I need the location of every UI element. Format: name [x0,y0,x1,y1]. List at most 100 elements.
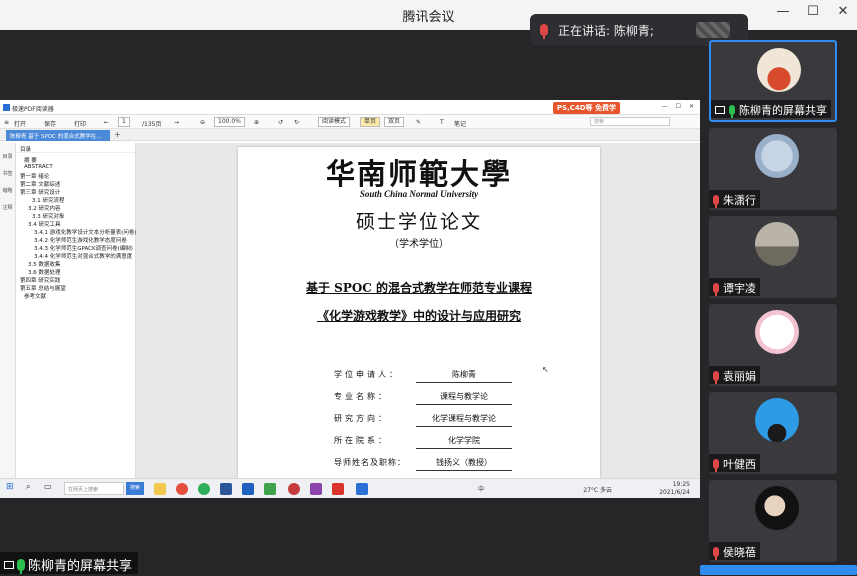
participant-name-bar: 朱潇行 [709,190,760,208]
taskbar-search-button[interactable]: 搜索 [126,482,144,495]
word-icon[interactable] [220,483,232,495]
participant-name: 谭宇凌 [723,282,756,295]
rotate-left-icon[interactable]: ↺ [278,119,283,126]
info-label: 专业名称： [334,392,389,401]
pdf-close-button[interactable]: ✕ [689,103,694,110]
outline-item[interactable]: 3.4.4 化学师范生对混合式教学的满意度 [34,252,132,260]
participant-tile[interactable]: 朱潇行 [709,128,837,210]
tab-document[interactable]: 陈柳青 基于 SPOC 的混合式教学在... [6,130,110,141]
outlook-icon[interactable] [242,483,254,495]
zoom-select[interactable]: 100.0% [214,117,245,127]
outline-item[interactable]: 3.2 研究内容 [28,204,61,212]
media-app-icon[interactable] [310,483,322,495]
open-button[interactable]: 打开 [14,119,26,128]
meeting-app-icon[interactable] [264,483,276,495]
close-button[interactable]: ✕ [835,4,851,19]
taskbar-clock[interactable]: 19:25 2021/6/24 [659,481,690,497]
outline-item[interactable]: 第四章 研究实践 [20,276,60,284]
participant-name-bar: 袁丽娟 [709,366,760,384]
outline-item[interactable]: 摘 要 [24,156,37,164]
input-lang[interactable]: 中 [478,484,484,493]
double-page-button[interactable]: 双页 [384,117,405,127]
shared-screen[interactable]: 极速PDF阅读器 PS,C4D等 免费学 — ☐ ✕ ≡ 打开 保存 打印 ← … [0,100,700,498]
windows-start-icon[interactable]: ⊞ [6,482,14,492]
wps-icon[interactable] [332,483,344,495]
side-thumbnail-button[interactable]: 缩略 [0,187,15,194]
promo-badge[interactable]: PS,C4D等 免费学 [552,102,620,114]
reading-mode-button[interactable]: 阅读模式 [318,117,351,127]
minimize-button[interactable]: — [775,4,791,19]
outline-item[interactable]: 3.4.3 化学师范生GPACK调查问卷(编制) [34,244,133,252]
mic-muted-icon [713,459,719,472]
outline-item[interactable]: 第二章 文献综述 [20,180,60,188]
participant-name-bar: 谭宇凌 [709,278,760,296]
participant-name: 陈柳青的屏幕共享 [739,104,827,117]
print-button[interactable]: 打印 [74,119,86,128]
participant-scrollbar[interactable] [700,565,857,575]
avatar [757,48,801,92]
mic-muted-icon [540,24,548,39]
clock-date: 2021/6/24 [659,489,690,496]
mic-on-icon [729,105,735,118]
participant-tile[interactable]: 陈柳青的屏幕共享 [709,40,837,122]
side-annotation-button[interactable]: 注释 [0,204,15,211]
weather-widget[interactable]: 27°C 多云 [583,485,612,494]
outline-item[interactable]: 第三章 研究设计 [20,188,60,196]
highlight-icon[interactable]: ✎ [416,119,421,126]
side-outline-button[interactable]: 目录 [0,153,15,160]
outline-item[interactable]: 第一章 绪论 [20,172,49,180]
search-icon[interactable]: ⌕ [26,482,30,492]
info-value: 钱扬义（教授） [416,457,512,471]
pdf-reader-icon[interactable] [356,483,368,495]
degree-title: 硕士学位论文 [355,211,482,233]
menu-icon[interactable]: ≡ [4,119,9,126]
pdf-search-input[interactable]: 搜索 [590,117,670,126]
task-view-icon[interactable]: ▭ [44,482,52,491]
add-tab-icon[interactable]: + [114,130,121,139]
zoom-in-icon[interactable]: ⊕ [254,119,259,126]
outline-item[interactable]: 3.3 研究对象 [32,212,65,220]
outline-item[interactable]: 3.5 数据收集 [28,260,61,268]
edge-icon[interactable] [198,483,210,495]
outline-item[interactable]: ABSTRACT [24,164,53,170]
record-app-icon[interactable] [288,483,300,495]
share-screen-icon [4,560,14,569]
single-page-button[interactable]: 单页 [360,117,381,127]
next-page-icon[interactable]: → [174,119,179,126]
participant-tile[interactable]: 叶健西 [709,392,837,474]
chrome-icon[interactable] [176,483,188,495]
outline-item[interactable]: 3.1 研究流程 [32,196,65,204]
blurred-avatar-icon [696,22,730,38]
university-logo-text: 华南师範大學 [325,157,512,191]
info-value: 陈柳青 [416,369,512,383]
note-button[interactable]: 笔记 [454,119,466,128]
text-icon[interactable]: T [440,119,444,126]
maximize-button[interactable]: ☐ [805,4,821,19]
participant-tile[interactable]: 谭宇凌 [709,216,837,298]
side-panel-icons: 目录 书签 缩略 注释 [0,143,16,478]
pdf-app-icon [3,104,10,111]
participant-tile[interactable]: 袁丽娟 [709,304,837,386]
avatar [755,398,799,442]
outline-item[interactable]: 3.4.2 化学师范生游戏化教学态度问卷 [34,236,127,244]
pdf-tab-bar: 陈柳青 基于 SPOC 的混合式教学在... + [0,129,700,141]
file-explorer-icon[interactable] [154,483,166,495]
pdf-maximize-button[interactable]: ☐ [676,103,681,110]
mic-on-icon [17,558,25,574]
rotate-right-icon[interactable]: ↻ [294,119,299,126]
outline-item[interactable]: 第五章 总结与展望 [20,284,66,292]
save-button[interactable]: 保存 [44,119,56,128]
zoom-out-icon[interactable]: ⊖ [200,119,205,126]
side-bookmark-button[interactable]: 书签 [0,170,15,177]
mouse-cursor-icon: ↖ [542,365,549,374]
page-input[interactable]: 1 [118,117,130,127]
participant-tile[interactable]: 侯晓蓓 [709,480,837,562]
prev-page-icon[interactable]: ← [104,119,109,126]
pdf-minimize-button[interactable]: — [662,103,668,110]
outline-panel: 目录 摘 要 ABSTRACT 第一章 绪论 第二章 文献综述 第三章 研究设计… [16,143,137,478]
taskbar-search-input[interactable]: 在网页上搜索 [64,482,124,495]
outline-item[interactable]: 参考文献 [24,292,46,300]
outline-item[interactable]: 3.4 研究工具 [28,220,61,228]
outline-item[interactable]: 3.6 数据处理 [28,268,61,276]
outline-item[interactable]: 3.4.1 游戏化教学设计文本分析量表(问卷) [34,228,137,236]
